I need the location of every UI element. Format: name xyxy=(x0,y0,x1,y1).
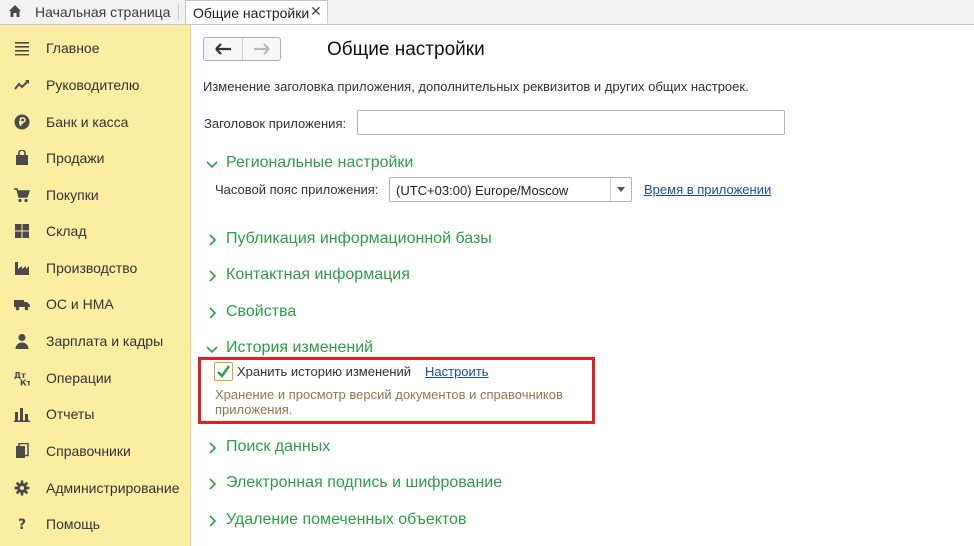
person-icon xyxy=(15,334,29,349)
sidebar-item-assets[interactable]: ОС и НМА xyxy=(0,288,190,318)
section-search-title: Поиск данных xyxy=(226,438,331,455)
shopping-bag-icon xyxy=(16,150,28,165)
sidebar-item-label: Операции xyxy=(46,370,112,386)
bar-chart-icon xyxy=(14,408,30,422)
sidebar-item-operations[interactable]: Дт Кт Операции xyxy=(0,362,190,392)
section-publication-title: Публикация информационной базы xyxy=(226,230,492,247)
sidebar-item-catalogs[interactable]: Справочники xyxy=(0,435,190,465)
tab-general-settings-label: Общие настройки xyxy=(193,5,310,21)
history-setup-link[interactable]: Настроить xyxy=(425,364,489,379)
arrow-left-icon xyxy=(215,43,231,55)
gear-icon xyxy=(14,480,30,496)
sidebar-item-label: Главное xyxy=(46,40,100,56)
app-name-label: Заголовок приложения: xyxy=(204,116,347,131)
section-contact-title: Контактная информация xyxy=(226,266,410,283)
sidebar-item-production[interactable]: Производство xyxy=(0,252,190,282)
section-history-title: История изменений xyxy=(226,339,374,356)
sidebar-item-sales[interactable]: Продажи xyxy=(0,142,190,172)
chevron-down-icon xyxy=(206,161,218,169)
cart-icon xyxy=(14,188,30,203)
sidebar-item-label: Производство xyxy=(46,260,138,276)
chevron-down-icon xyxy=(206,346,218,354)
timezone-value: (UTC+03:00) Europe/Moscow xyxy=(396,183,569,198)
sidebar-item-label: Администрирование xyxy=(46,480,180,496)
sidebar-item-purchases[interactable]: Покупки xyxy=(0,179,190,209)
checkmark-icon xyxy=(217,365,230,378)
timezone-select[interactable]: (UTC+03:00) Europe/Moscow xyxy=(389,177,632,202)
sidebar-item-label: Банк и касса xyxy=(46,114,129,130)
sidebar-item-label: Помощь xyxy=(46,516,101,532)
timezone-label: Часовой пояс приложения: xyxy=(215,182,379,197)
ruble-coin-icon xyxy=(14,114,30,130)
back-button[interactable] xyxy=(204,38,243,60)
sidebar-item-main[interactable]: Главное xyxy=(0,32,190,62)
sidebar-item-label: Продажи xyxy=(46,150,105,166)
sidebar: Главное Руководителю Банк и касса Продаж… xyxy=(0,25,191,546)
page-title: Общие настройки xyxy=(327,39,485,60)
arrow-right-icon xyxy=(254,43,270,55)
svg-text:?: ? xyxy=(18,517,26,532)
factory-icon xyxy=(15,262,29,275)
history-hint: Хранение и просмотр версий документов и … xyxy=(215,387,563,417)
app-time-link[interactable]: Время в приложении xyxy=(644,182,771,197)
books-icon xyxy=(16,443,29,458)
truck-icon xyxy=(14,300,30,311)
home-icon xyxy=(9,5,21,17)
app-name-input[interactable] xyxy=(357,110,785,135)
dropdown-button[interactable] xyxy=(610,178,631,201)
tab-home-label: Начальная страница xyxy=(35,4,171,20)
tab-bar: Начальная страница Общие настройки ✕ xyxy=(0,0,974,25)
sidebar-item-help[interactable]: ? Помощь xyxy=(0,508,190,538)
forward-button[interactable] xyxy=(243,38,281,60)
sidebar-item-label: Справочники xyxy=(46,443,131,459)
section-properties-title: Свойства xyxy=(226,303,297,320)
sidebar-item-label: Склад xyxy=(46,223,87,239)
chevron-right-icon xyxy=(209,270,217,282)
sidebar-item-label: Руководителю xyxy=(46,77,140,93)
chevron-right-icon xyxy=(209,442,217,454)
sidebar-item-administration[interactable]: Администрирование xyxy=(0,472,190,502)
sidebar-item-label: Отчеты xyxy=(46,406,95,422)
tab-divider xyxy=(178,3,179,21)
chevron-down-icon xyxy=(617,187,625,192)
chevron-right-icon xyxy=(209,478,217,490)
menu-lines-icon xyxy=(15,42,29,56)
sidebar-item-manager[interactable]: Руководителю xyxy=(0,69,190,99)
history-nav xyxy=(203,37,281,61)
tab-home[interactable]: Начальная страница xyxy=(0,0,178,24)
operations-icon: Дт Кт xyxy=(14,371,30,387)
chevron-right-icon xyxy=(209,307,217,319)
sidebar-item-bank[interactable]: Банк и касса xyxy=(0,106,190,136)
chevron-right-icon xyxy=(209,515,217,527)
trend-icon xyxy=(14,80,29,90)
section-deletion-title: Удаление помеченных объектов xyxy=(226,511,467,528)
sidebar-item-label: Покупки xyxy=(46,187,99,203)
sidebar-item-label: ОС и НМА xyxy=(46,296,114,312)
sidebar-item-payroll[interactable]: Зарплата и кадры xyxy=(0,325,190,355)
keep-history-checkbox[interactable] xyxy=(214,362,233,381)
tab-general-settings[interactable]: Общие настройки ✕ xyxy=(185,0,328,24)
svg-text:Кт: Кт xyxy=(20,379,30,387)
sidebar-item-label: Зарплата и кадры xyxy=(46,333,164,349)
warehouse-grid-icon xyxy=(15,224,29,238)
sidebar-item-reports[interactable]: Отчеты xyxy=(0,398,190,428)
chevron-right-icon xyxy=(209,234,217,246)
section-signature-title: Электронная подпись и шифрование xyxy=(226,474,503,491)
question-icon: ? xyxy=(18,517,26,532)
page-description: Изменение заголовка приложения, дополнит… xyxy=(203,79,749,94)
keep-history-label[interactable]: Хранить историю изменений xyxy=(237,364,411,379)
sidebar-item-warehouse[interactable]: Склад xyxy=(0,215,190,245)
section-regional-title: Региональные настройки xyxy=(226,154,414,171)
close-icon[interactable]: ✕ xyxy=(310,3,322,20)
